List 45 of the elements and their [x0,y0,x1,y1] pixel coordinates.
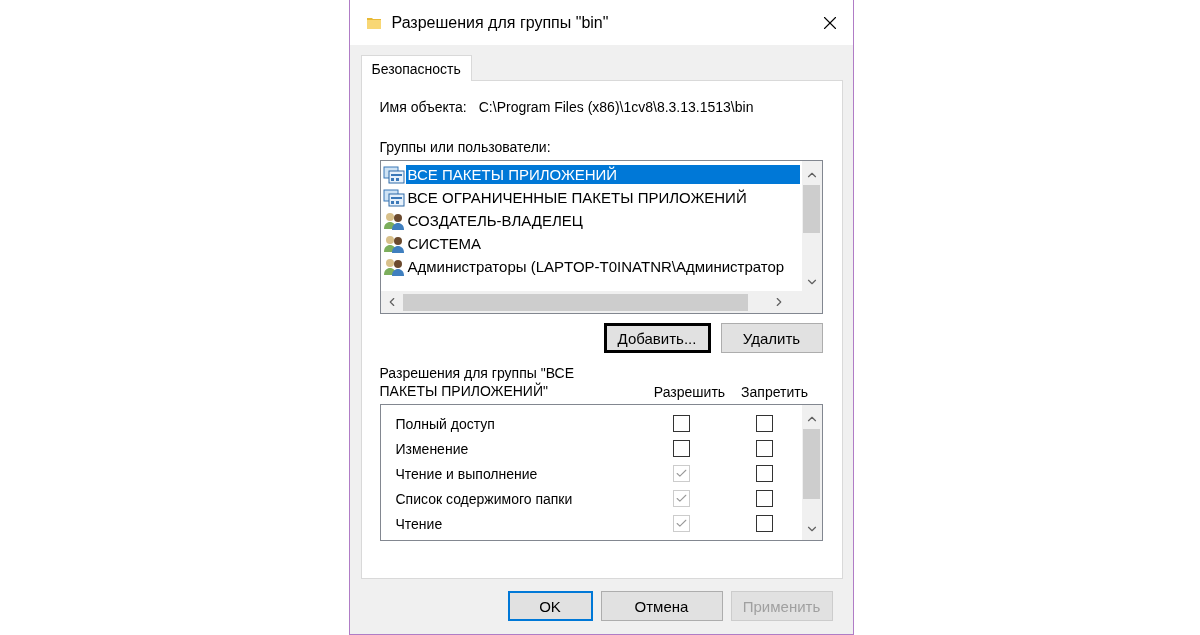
check-icon [675,517,688,530]
checkbox[interactable] [755,490,773,507]
users-icon [382,257,405,276]
horizontal-scrollbar[interactable] [380,291,802,313]
permission-name: Изменение [395,440,470,457]
users-icon [382,234,405,253]
group-name: ВСЕ ПАКЕТЫ ПРИЛОЖЕНИЙ [405,165,800,184]
permission-name: Список содержимого папки [395,490,574,507]
tab[interactable]: Безопасность [360,55,472,81]
group-name: СОЗДАТЕЛЬ-ВЛАДЕЛЕЦ [406,211,584,230]
column-header: Запретить [740,384,809,400]
group-name: СИСТЕМА [406,234,483,253]
window-icon [382,188,405,207]
check-icon [675,492,688,505]
cancel-button[interactable]: Отмена [600,591,723,621]
remove-button[interactable]: Удалить [720,323,823,353]
window-title: Разрешения для группы "bin" [391,13,610,32]
checkbox[interactable] [755,515,773,532]
list-item[interactable]: ВСЕ ПАКЕТЫ ПРИЛОЖЕНИЙ [382,163,800,186]
permission-name: Чтение [395,515,444,532]
groups-label: Группы или пользователи: [379,139,552,155]
checkbox[interactable] [673,440,690,457]
vertical-scrollbar[interactable] [801,405,822,540]
list-item[interactable]: Администраторы (LAPTOP-T0INATNR\Администратор [382,255,800,278]
checkbox[interactable] [755,465,773,482]
object-path: C:\Program Files (x86)\1cv8\8.3.13.1513\bin [478,99,754,115]
window-icon [382,165,405,184]
check-icon [675,467,688,480]
list-item[interactable]: ВСЕ ОГРАНИЧЕННЫЕ ПАКЕТЫ ПРИЛОЖЕНИЙ [382,186,800,209]
ok-button[interactable]: OK [507,591,593,621]
object-name-label: Имя объекта: [379,99,467,115]
group-name: Администраторы (LAPTOP-T0INATNR\Администратор [406,257,786,276]
group-name: ВСЕ ОГРАНИЧЕННЫЕ ПАКЕТЫ ПРИЛОЖЕНИЙ [406,188,748,207]
list-item[interactable]: СИСТЕМА [382,232,800,255]
checkbox[interactable] [673,415,690,432]
vertical-scrollbar[interactable] [801,161,822,291]
column-header: Разрешить [652,384,727,400]
checkbox[interactable] [755,440,773,457]
permissions-label: Разрешения для группы "ВСЕ ПАКЕТЫ ПРИЛОЖЕНИЙ" [379,364,575,400]
checkbox[interactable] [755,415,773,432]
list-item[interactable]: СОЗДАТЕЛЬ-ВЛАДЕЛЕЦ [382,209,800,232]
permission-name: Чтение и выполнение [395,465,539,482]
add-button[interactable]: Добавить... [603,323,711,353]
users-icon [382,211,405,230]
permission-name: Полный доступ [395,415,496,432]
